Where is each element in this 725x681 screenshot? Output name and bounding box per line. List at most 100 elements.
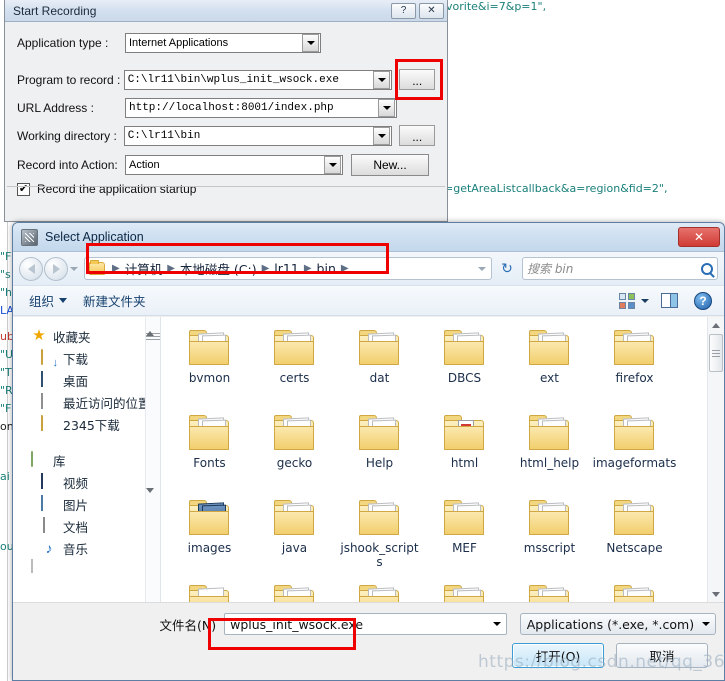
breadcrumb-separator: ▶: [167, 263, 175, 274]
close-icon[interactable]: ✕: [419, 2, 444, 19]
chevron-down-icon[interactable]: [488, 622, 506, 626]
cancel-button[interactable]: 取消: [616, 643, 708, 668]
application-type-select[interactable]: Internet Applications: [125, 32, 321, 53]
list-item[interactable]: [252, 578, 337, 602]
file-name: msscript: [523, 541, 576, 555]
list-item[interactable]: dat: [337, 323, 422, 408]
chevron-down-icon[interactable]: [378, 98, 395, 117]
browse-program-button[interactable]: ...: [399, 69, 435, 90]
file-name: gecko: [276, 456, 313, 470]
record-into-action-select[interactable]: Action: [125, 154, 343, 175]
sidebar-item-2345-downloads[interactable]: 2345下载: [13, 413, 160, 435]
working-directory-input[interactable]: C:\lr11\bin: [123, 125, 393, 146]
sidebar-item-recent-places[interactable]: 最近访问的位置: [13, 391, 160, 413]
list-item[interactable]: gecko: [252, 408, 337, 493]
sidebar-item-documents[interactable]: 文档: [13, 515, 160, 537]
filetype-value: Applications (*.exe, *.com): [526, 616, 695, 632]
folder-icon: [612, 327, 658, 369]
filename-input[interactable]: wplus_init_wsock.exe: [224, 613, 507, 635]
chevron-down-icon[interactable]: [697, 622, 715, 626]
sidebar-item-label: 文档: [63, 519, 89, 535]
sidebar-item-desktop[interactable]: 桌面: [13, 369, 160, 391]
open-button[interactable]: 打开(O): [512, 643, 604, 668]
chevron-down-icon[interactable]: [373, 126, 391, 145]
breadcrumb: 计算机 ▶ 本地磁盘 (C:) ▶ lr11 ▶ bin ▶: [124, 259, 473, 278]
sidebar-item-videos[interactable]: 视频: [13, 471, 160, 493]
list-item[interactable]: [507, 578, 592, 602]
browse-working-directory-button[interactable]: ...: [399, 125, 435, 146]
file-list-scrollbar[interactable]: [707, 317, 724, 602]
refresh-icon[interactable]: ↻: [496, 257, 518, 280]
list-item[interactable]: java: [252, 493, 337, 578]
new-action-button[interactable]: New...: [351, 153, 429, 176]
help-button[interactable]: ?: [391, 2, 416, 19]
list-item[interactable]: MEF: [422, 493, 507, 578]
scroll-down-button[interactable]: [146, 488, 160, 507]
folder-icon: [442, 327, 488, 369]
list-item[interactable]: html_help: [507, 408, 592, 493]
sidebar-item-label: 收藏夹: [53, 329, 91, 345]
scroll-down-button[interactable]: [708, 586, 724, 602]
search-icon: [701, 262, 713, 275]
file-list-pane[interactable]: bvmon certs dat DBCS ext firefox Fonts g…: [161, 317, 724, 602]
sidebar-item-music[interactable]: ♪ 音乐: [13, 537, 160, 559]
pictures-icon: [41, 495, 43, 511]
address-bar[interactable]: ▶ 计算机 ▶ 本地磁盘 (C:) ▶ lr11 ▶ bin ▶: [84, 257, 492, 280]
list-item[interactable]: certs: [252, 323, 337, 408]
scroll-up-button[interactable]: [708, 317, 724, 333]
list-item[interactable]: DBCS: [422, 323, 507, 408]
list-item[interactable]: images: [167, 493, 252, 578]
scroll-up-button[interactable]: [146, 317, 160, 336]
list-item[interactable]: msscript: [507, 493, 592, 578]
chevron-down-icon[interactable]: [302, 33, 319, 52]
breadcrumb-item-local-disk[interactable]: 本地磁盘 (C:): [179, 259, 258, 278]
sidebar-item-downloads[interactable]: 下载: [13, 347, 160, 369]
organize-button[interactable]: 组织: [21, 291, 75, 310]
list-item[interactable]: imageformats: [592, 408, 677, 493]
chevron-down-icon[interactable]: [373, 70, 391, 89]
search-input[interactable]: 搜索 bin: [527, 260, 701, 277]
list-item[interactable]: [167, 578, 252, 602]
back-button[interactable]: [19, 256, 43, 281]
navigation-pane: ★ 收藏夹 下载 桌面 最近访问的位置 2345下载: [13, 317, 161, 602]
chevron-down-icon[interactable]: [324, 155, 341, 174]
scrollbar-thumb[interactable]: [709, 334, 723, 372]
breadcrumb-item-bin[interactable]: bin: [316, 261, 337, 276]
list-item[interactable]: Fonts: [167, 408, 252, 493]
scrollbar-thumb[interactable]: [146, 333, 160, 493]
recent-pages-dropdown-icon[interactable]: [68, 266, 80, 271]
preview-pane-icon[interactable]: [661, 293, 678, 308]
folder-icon: [272, 497, 318, 539]
search-box[interactable]: 搜索 bin: [522, 257, 718, 280]
sidebar-item-favorites[interactable]: ★ 收藏夹: [13, 325, 160, 347]
sidebar-item-partial[interactable]: [13, 559, 160, 573]
list-item[interactable]: [592, 578, 677, 602]
sidebar-item-pictures[interactable]: 图片: [13, 493, 160, 515]
list-item[interactable]: [337, 578, 422, 602]
folder-icon: [612, 412, 658, 454]
change-view-icon[interactable]: [619, 292, 635, 309]
view-dropdown-icon[interactable]: [639, 298, 651, 303]
list-item[interactable]: ext: [507, 323, 592, 408]
list-item[interactable]: Help: [337, 408, 422, 493]
filetype-select[interactable]: Applications (*.exe, *.com): [519, 613, 717, 635]
list-item[interactable]: firefox: [592, 323, 677, 408]
list-item[interactable]: Netscape: [592, 493, 677, 578]
breadcrumb-item-lr11[interactable]: lr11: [273, 261, 300, 276]
address-dropdown-icon[interactable]: [473, 258, 491, 279]
help-icon[interactable]: ?: [694, 291, 712, 310]
close-icon[interactable]: ✕: [678, 227, 720, 247]
list-item[interactable]: jshook_scripts: [337, 493, 422, 578]
list-item[interactable]: [422, 578, 507, 602]
forward-button[interactable]: [44, 256, 68, 281]
url-address-input[interactable]: http://localhost:8001/index.php: [125, 97, 397, 118]
sidebar-item-libraries[interactable]: 库: [13, 449, 160, 471]
breadcrumb-item-computer[interactable]: 计算机: [124, 259, 164, 278]
new-folder-button[interactable]: 新建文件夹: [75, 291, 154, 310]
list-item[interactable]: x html: [422, 408, 507, 493]
navigation-pane-scrollbar[interactable]: [145, 317, 160, 602]
program-to-record-input[interactable]: C:\lr11\bin\wplus_init_wsock.exe: [123, 69, 393, 90]
bg-code-line: "h: [0, 286, 13, 299]
list-item[interactable]: bvmon: [167, 323, 252, 408]
